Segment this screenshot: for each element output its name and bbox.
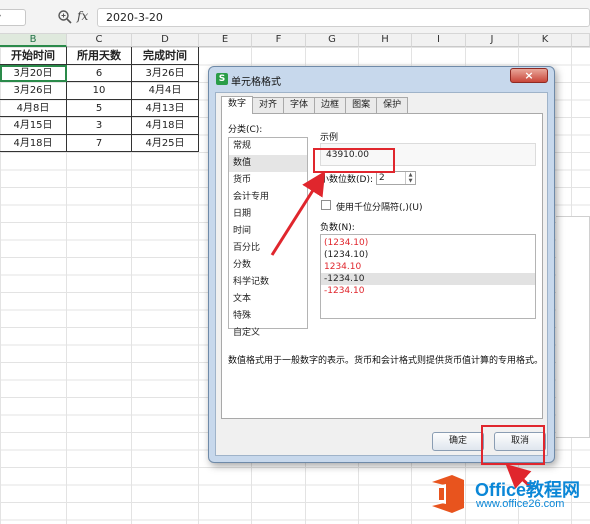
dialog-title: 单元格格式 — [231, 77, 281, 88]
formula-input[interactable]: 2020-3-20 — [97, 8, 590, 27]
table-cell[interactable]: 4月25日 — [132, 134, 199, 152]
thousands-separator-label: 使用千位分隔符(,)(U) — [336, 203, 423, 213]
table-cell[interactable]: 4月18日 — [132, 117, 199, 135]
category-item[interactable]: 百分比 — [229, 240, 307, 257]
table-cell[interactable]: 7 — [67, 134, 132, 152]
table-cell[interactable]: 4月13日 — [132, 99, 199, 117]
category-item[interactable]: 会计专用 — [229, 189, 307, 206]
table-cell[interactable]: 10 — [67, 82, 132, 100]
column-header-overflow — [572, 34, 590, 47]
tab-number[interactable]: 数字 — [221, 96, 254, 114]
category-item[interactable]: 分数 — [229, 257, 307, 274]
category-item[interactable]: 特殊 — [229, 308, 307, 325]
table-header-cell[interactable]: 所用天数 — [67, 47, 132, 65]
table-header-cell[interactable]: 完成时间 — [132, 47, 199, 65]
chevron-down-icon: ▾ — [0, 12, 22, 21]
table-cell[interactable]: 4月4日 — [132, 82, 199, 100]
negative-format-item[interactable]: (1234.10) — [321, 249, 535, 261]
negative-numbers-label: 负数(N): — [320, 223, 355, 233]
decimal-places-value: 2 — [379, 173, 385, 183]
table-cell[interactable]: 5 — [67, 99, 132, 117]
name-box-dropdown[interactable]: ▾ — [0, 9, 26, 26]
office-logo — [432, 475, 464, 513]
tab-font[interactable]: 字体 — [283, 97, 316, 113]
wps-sheet-icon: S — [216, 73, 228, 85]
sample-label: 示例 — [320, 133, 339, 143]
column-header-c[interactable]: C — [67, 34, 132, 47]
sample-highlight-box — [313, 148, 395, 173]
negative-format-item[interactable]: -1234.10 — [321, 285, 535, 297]
negative-format-item[interactable]: -1234.10 — [321, 273, 535, 285]
table-cell[interactable]: 4月8日 — [0, 99, 67, 117]
format-description: 数值格式用于一般数字的表示。货币和会计格式则提供货币值计算的专用格式。 — [228, 356, 544, 366]
category-label: 分类(C): — [228, 125, 263, 135]
format-cells-dialog: S 单元格格式 × 数字 对齐 字体 边框 图案 保护 分类(C): 常规 数值货… — [208, 66, 555, 463]
column-header-f[interactable]: F — [252, 34, 306, 47]
category-item[interactable]: 自定义 — [229, 325, 307, 342]
table-cell[interactable]: 6 — [67, 64, 132, 82]
column-header-b[interactable]: B — [0, 34, 67, 47]
category-item[interactable]: 常规 — [229, 138, 307, 155]
decimal-places-stepper[interactable]: 2 ▲ ▼ — [376, 171, 416, 185]
table-cell[interactable]: 3月20日 — [0, 64, 67, 82]
category-item[interactable]: 日期 — [229, 206, 307, 223]
tab-bar: 数字 对齐 字体 边框 图案 保护 — [221, 96, 409, 114]
watermark-url: www.office26.com — [476, 498, 565, 510]
ok-button[interactable]: 确定 — [432, 432, 484, 451]
column-header-d[interactable]: D — [132, 34, 199, 47]
zoom-icon[interactable] — [57, 9, 73, 25]
category-item[interactable]: 文本 — [229, 291, 307, 308]
watermark: Office教程网 www.office26.com — [422, 466, 590, 524]
table-cell[interactable]: 3月26日 — [132, 64, 199, 82]
category-item[interactable]: 科学记数 — [229, 274, 307, 291]
column-header-i[interactable]: I — [412, 34, 466, 47]
table-header-cell[interactable]: 开始时间 — [0, 47, 67, 65]
background-panel-edge — [556, 216, 590, 438]
category-item[interactable]: 数值 — [229, 155, 307, 172]
column-header-e[interactable]: E — [199, 34, 252, 47]
column-header-k[interactable]: K — [519, 34, 572, 47]
tab-alignment[interactable]: 对齐 — [252, 97, 285, 113]
column-header-j[interactable]: J — [466, 34, 519, 47]
decimal-places-label: 小数位数(D): — [320, 175, 373, 185]
close-button[interactable]: × — [510, 68, 548, 83]
formula-bar: ▾ fx 2020-3-20 — [0, 0, 590, 34]
category-item[interactable]: 货币 — [229, 172, 307, 189]
table-cell[interactable]: 3月26日 — [0, 82, 67, 100]
table-cell[interactable]: 4月18日 — [0, 134, 67, 152]
category-item[interactable]: 时间 — [229, 223, 307, 240]
negative-format-item[interactable]: (1234.10) — [321, 237, 535, 249]
cancel-highlight-box — [481, 425, 545, 465]
column-header-g[interactable]: G — [306, 34, 359, 47]
table-cell[interactable]: 4月15日 — [0, 117, 67, 135]
table-cell[interactable]: 3 — [67, 117, 132, 135]
tab-protection[interactable]: 保护 — [376, 97, 409, 113]
category-list[interactable]: 常规 数值 货币 会计专用 日期 时间 百分比 分数 科学记数 文本 特殊 自定义 — [228, 137, 308, 338]
tab-border[interactable]: 边框 — [314, 97, 347, 113]
chevron-down-icon[interactable]: ▼ — [406, 178, 415, 184]
dialog-body: 数字 对齐 字体 边框 图案 保护 分类(C): 常规 数值 货币 会计专用 日期 时间百… — [215, 92, 548, 456]
negative-numbers-list[interactable]: (1234.10) (1234.10) 1234.10 -1234.10 -1234.1… — [320, 234, 536, 319]
negative-format-item[interactable]: 1234.10 — [321, 261, 535, 273]
stepper-buttons[interactable]: ▲ ▼ — [405, 172, 415, 184]
thousands-separator-checkbox[interactable] — [321, 200, 331, 210]
fx-icon[interactable]: fx — [77, 9, 88, 23]
column-header-h[interactable]: H — [359, 34, 412, 47]
tab-pattern[interactable]: 图案 — [345, 97, 378, 113]
